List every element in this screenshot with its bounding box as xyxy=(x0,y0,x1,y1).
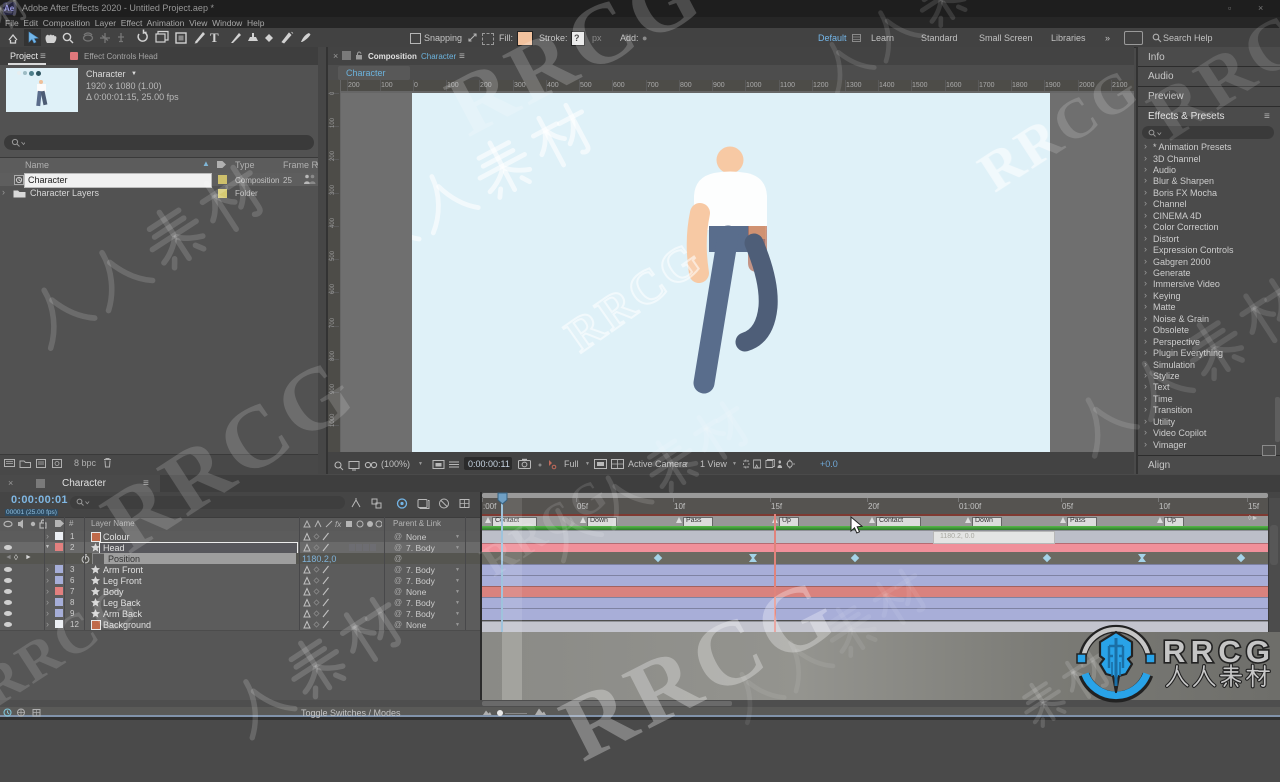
svg-text:T: T xyxy=(210,30,219,45)
svg-text:fx: fx xyxy=(335,520,342,529)
